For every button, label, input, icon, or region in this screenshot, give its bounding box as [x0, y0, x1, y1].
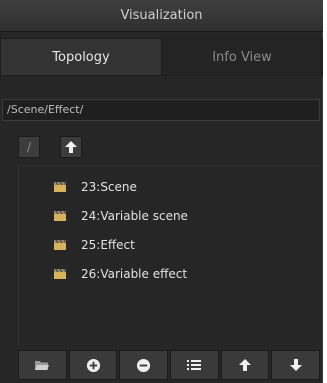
list-item[interactable]: 26:Variable effect	[53, 264, 187, 284]
list-item[interactable]: 25:Effect	[53, 235, 135, 255]
root-button[interactable]: /	[18, 136, 40, 158]
list-item-label: 25:Effect	[81, 238, 135, 252]
panel-title: Visualization	[0, 0, 323, 32]
add-circle-icon	[86, 358, 100, 372]
list-icon	[187, 360, 202, 370]
add-button[interactable]	[68, 350, 118, 380]
tab-info-view[interactable]: Info View	[162, 38, 323, 76]
move-up-button[interactable]	[220, 350, 270, 380]
clapperboard-icon	[54, 210, 67, 221]
list-item[interactable]: 23:Scene	[53, 177, 137, 197]
open-folder-icon	[35, 361, 50, 370]
tab-bar: Topology Info View	[0, 38, 323, 76]
clapperboard-icon	[54, 181, 67, 192]
scene-tree: 23:Scene 24:Variable scene 25:Effect 26:…	[18, 165, 320, 345]
list-view-button[interactable]	[170, 350, 219, 380]
tree-toolbar	[18, 350, 321, 380]
path-field[interactable]: /Scene/Effect/	[2, 99, 320, 121]
clapperboard-icon	[54, 268, 67, 279]
tab-topology[interactable]: Topology	[0, 38, 162, 76]
arrow-up-icon	[239, 359, 252, 371]
parent-folder-button[interactable]	[60, 136, 82, 158]
list-item-label: 26:Variable effect	[81, 267, 188, 281]
clapperboard-icon	[54, 239, 67, 250]
list-item-label: 24:Variable scene	[81, 209, 188, 223]
open-folder-button[interactable]	[18, 350, 67, 380]
remove-circle-icon	[137, 358, 151, 372]
arrow-up-icon	[65, 141, 77, 153]
arrow-down-icon	[289, 359, 302, 371]
move-down-button[interactable]	[271, 350, 321, 380]
remove-button[interactable]	[119, 350, 169, 380]
list-item[interactable]: 24:Variable scene	[53, 206, 188, 226]
visualization-panel: Visualization Topology Info View /Scene/…	[0, 0, 323, 383]
list-item-label: 23:Scene	[81, 180, 137, 194]
